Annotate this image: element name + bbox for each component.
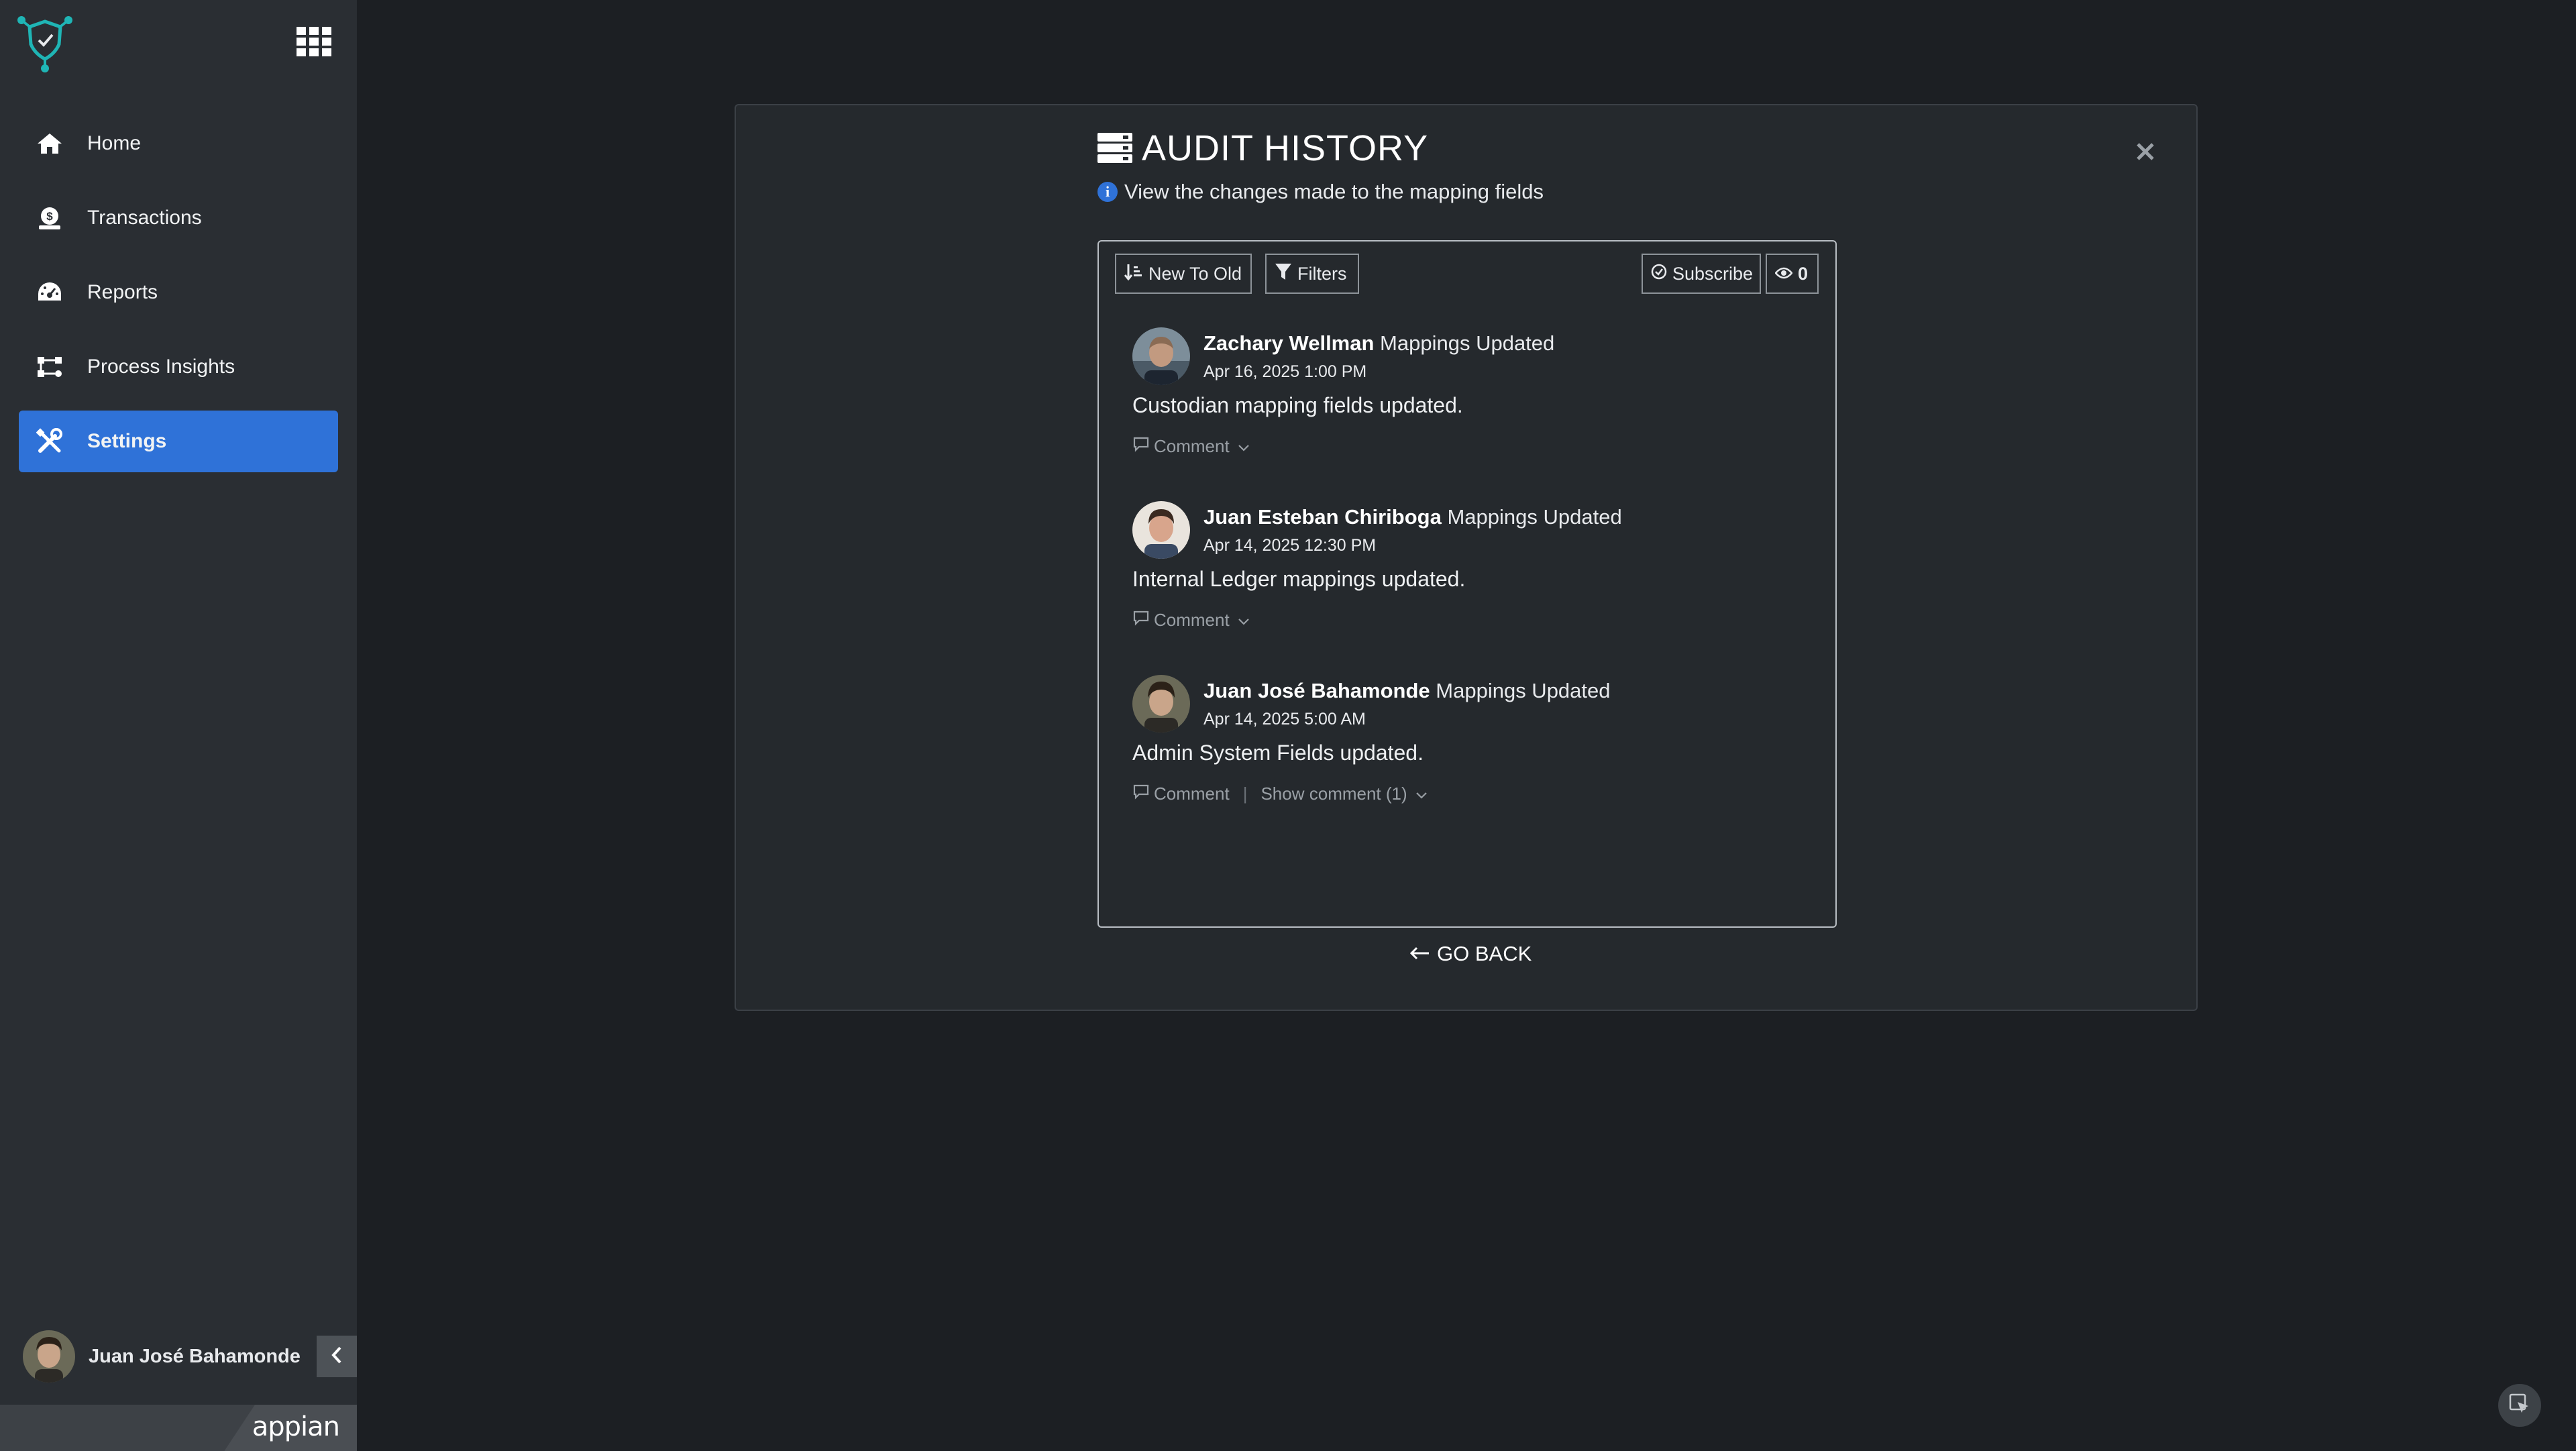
comment-button[interactable]: Comment bbox=[1132, 436, 1250, 457]
avatar[interactable] bbox=[1132, 327, 1190, 385]
entry-actions: Comment bbox=[1132, 610, 1250, 631]
separator: | bbox=[1242, 784, 1248, 804]
comment-button[interactable]: Comment bbox=[1132, 610, 1250, 631]
go-back-button[interactable]: GO BACK bbox=[1409, 942, 1532, 966]
subscribe-label: Subscribe bbox=[1672, 263, 1754, 284]
filters-label: Filters bbox=[1297, 263, 1347, 284]
comment-icon bbox=[1132, 436, 1150, 457]
filters-button[interactable]: Filters bbox=[1265, 254, 1359, 294]
audit-entry: Juan Esteban Chiriboga Mappings Updated … bbox=[1132, 501, 1803, 642]
avatar[interactable] bbox=[1132, 501, 1190, 559]
feedback-button[interactable] bbox=[2498, 1384, 2541, 1427]
money-bag-icon: $ bbox=[35, 203, 64, 233]
sidebar: Home $ Transactions Reports Process Insi… bbox=[0, 0, 357, 1451]
entry-action: Mappings Updated bbox=[1380, 331, 1555, 355]
show-comment-button[interactable]: Show comment (1) bbox=[1260, 784, 1427, 804]
entry-timestamp: Apr 14, 2025 5:00 AM bbox=[1203, 710, 1366, 729]
dashboard-gauge-icon bbox=[35, 278, 64, 307]
watchers-button[interactable]: 0 bbox=[1766, 254, 1819, 294]
chevron-down-icon bbox=[1238, 436, 1250, 457]
entry-action: Mappings Updated bbox=[1447, 505, 1622, 529]
dialog-header: AUDIT HISTORY bbox=[1097, 127, 1428, 169]
sort-descending-icon bbox=[1124, 262, 1148, 286]
sidebar-item-process-insights[interactable]: Process Insights bbox=[19, 336, 338, 398]
entry-timestamp: Apr 16, 2025 1:00 PM bbox=[1203, 362, 1367, 381]
chevron-down-icon bbox=[1415, 784, 1428, 804]
subtitle-text: View the changes made to the mapping fie… bbox=[1124, 180, 1544, 203]
entry-action: Mappings Updated bbox=[1436, 679, 1611, 702]
comment-icon bbox=[1132, 784, 1150, 804]
watchers-count: 0 bbox=[1798, 263, 1809, 284]
sidebar-item-reports[interactable]: Reports bbox=[19, 262, 338, 323]
tools-icon bbox=[35, 427, 64, 456]
comment-button[interactable]: Comment bbox=[1132, 784, 1230, 804]
sidebar-item-label: Transactions bbox=[87, 207, 202, 229]
audit-entry: Zachary Wellman Mappings Updated Apr 16,… bbox=[1132, 327, 1803, 468]
sort-button[interactable]: New To Old bbox=[1115, 254, 1252, 294]
check-circle-icon bbox=[1651, 264, 1672, 284]
entry-description: Admin System Fields updated. bbox=[1132, 741, 1424, 765]
subscribe-button[interactable]: Subscribe bbox=[1642, 254, 1761, 294]
svg-text:$: $ bbox=[46, 210, 53, 223]
comment-label: Comment bbox=[1154, 610, 1230, 630]
entry-header: Zachary Wellman Mappings Updated bbox=[1203, 331, 1554, 356]
sidebar-item-home[interactable]: Home bbox=[19, 113, 338, 174]
sidebar-item-label: Settings bbox=[87, 430, 167, 452]
user-name[interactable]: Juan Esteban Chiriboga bbox=[1203, 505, 1442, 529]
user-name[interactable]: Zachary Wellman bbox=[1203, 331, 1374, 355]
avatar bbox=[23, 1330, 75, 1383]
home-icon bbox=[35, 129, 64, 158]
filter-icon bbox=[1275, 262, 1297, 286]
sidebar-item-settings[interactable]: Settings bbox=[19, 411, 338, 472]
brand-footer: appian bbox=[0, 1405, 357, 1451]
entry-timestamp: Apr 14, 2025 12:30 PM bbox=[1203, 536, 1377, 555]
arrow-left-icon bbox=[1409, 943, 1430, 965]
sidebar-item-transactions[interactable]: $ Transactions bbox=[19, 187, 338, 249]
user-profile[interactable]: Juan José Bahamonde bbox=[23, 1330, 301, 1383]
sidebar-item-label: Process Insights bbox=[87, 356, 235, 378]
entry-actions: Comment | Show comment (1) bbox=[1132, 784, 1428, 804]
comment-label: Comment bbox=[1154, 784, 1230, 804]
user-name: Juan José Bahamonde bbox=[89, 1345, 301, 1367]
process-flow-icon bbox=[35, 352, 64, 382]
sort-label: New To Old bbox=[1148, 263, 1242, 284]
show-comment-label: Show comment (1) bbox=[1260, 784, 1407, 804]
entry-header: Juan José Bahamonde Mappings Updated bbox=[1203, 679, 1611, 703]
comment-icon bbox=[1132, 610, 1150, 631]
app-logo-icon[interactable] bbox=[15, 12, 75, 72]
eye-icon bbox=[1774, 264, 1798, 284]
user-name[interactable]: Juan José Bahamonde bbox=[1203, 679, 1430, 702]
cursor-select-icon bbox=[2508, 1393, 2531, 1419]
comment-label: Comment bbox=[1154, 436, 1230, 456]
app-grid-icon[interactable] bbox=[295, 25, 333, 58]
avatar[interactable] bbox=[1132, 675, 1190, 733]
entry-header: Juan Esteban Chiriboga Mappings Updated bbox=[1203, 505, 1622, 529]
entry-actions: Comment bbox=[1132, 436, 1250, 457]
collapse-sidebar-button[interactable] bbox=[317, 1336, 357, 1377]
entry-description: Custodian mapping fields updated. bbox=[1132, 393, 1463, 417]
appian-logo: appian bbox=[252, 1411, 340, 1442]
dialog-subtitle: i View the changes made to the mapping f… bbox=[1097, 180, 1544, 204]
sidebar-nav: Home $ Transactions Reports Process Insi… bbox=[19, 113, 338, 485]
chevron-down-icon bbox=[1238, 610, 1250, 631]
entry-description: Internal Ledger mappings updated. bbox=[1132, 567, 1466, 591]
server-list-icon bbox=[1097, 133, 1132, 164]
close-dialog-button[interactable] bbox=[2131, 138, 2160, 168]
sidebar-item-label: Reports bbox=[87, 281, 158, 303]
go-back-label: GO BACK bbox=[1437, 942, 1532, 965]
sidebar-item-label: Home bbox=[87, 132, 142, 154]
close-icon bbox=[2135, 142, 2155, 165]
page-title: AUDIT HISTORY bbox=[1142, 128, 1429, 168]
chevron-left-icon bbox=[329, 1345, 344, 1368]
audit-entry: Juan José Bahamonde Mappings Updated Apr… bbox=[1132, 675, 1803, 816]
info-icon: i bbox=[1097, 182, 1118, 202]
